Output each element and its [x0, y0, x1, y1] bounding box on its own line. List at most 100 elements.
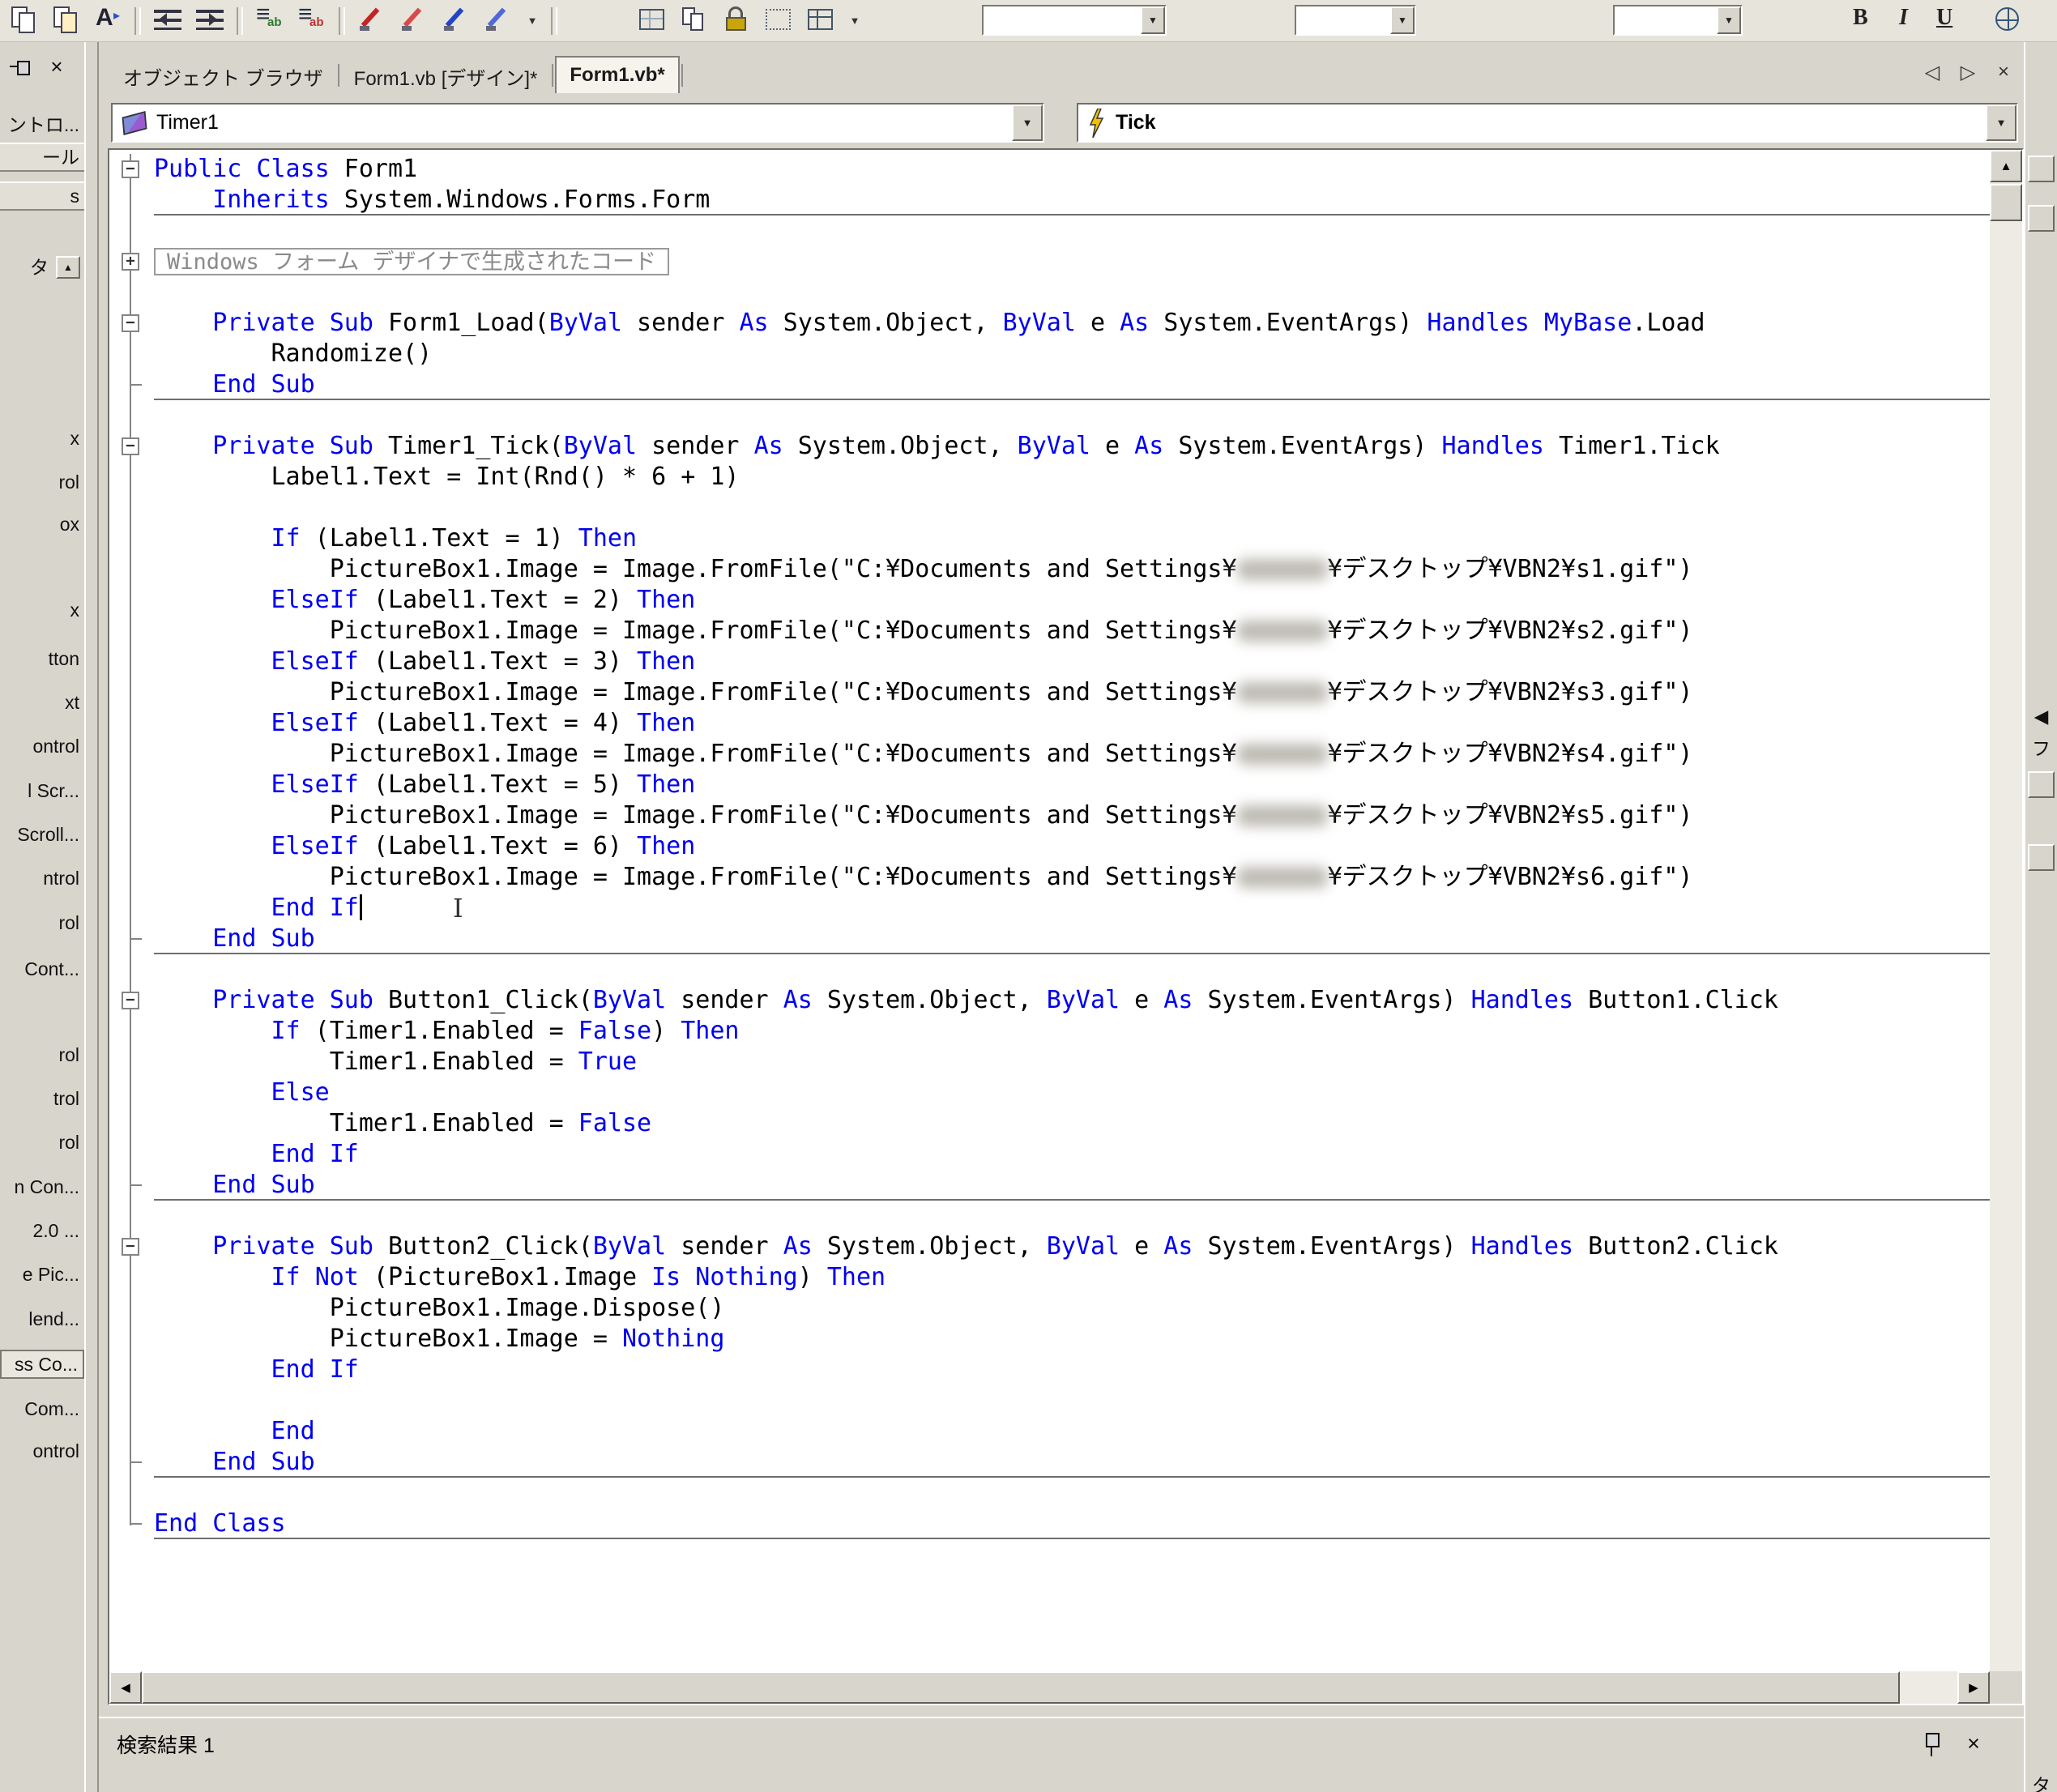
vertical-scrollbar[interactable]: ▲ ▼ [1990, 150, 2022, 1704]
toolbox-item[interactable]: s [0, 181, 84, 211]
code-lines[interactable]: −Public Class Form1 Inherits System.Wind… [109, 150, 1990, 1671]
bold-icon[interactable] [1846, 4, 1877, 35]
pin-icon[interactable] [5, 52, 34, 81]
clear-bookmarks-icon[interactable] [483, 4, 514, 35]
combo-dropdown-icon[interactable]: ▼ [1717, 6, 1741, 34]
code-line[interactable]: PictureBox1.Image.Dispose() [109, 1293, 1990, 1324]
toolbox-item[interactable]: xt [0, 689, 84, 715]
code-line[interactable]: End [109, 1416, 1990, 1447]
code-line[interactable]: ElseIf (Label1.Text = 4) Then [109, 708, 1990, 739]
code-line[interactable]: ElseIf (Label1.Text = 6) Then [109, 831, 1990, 862]
toolbox-item[interactable]: rol [0, 910, 84, 936]
dock-tab-icon[interactable] [2028, 844, 2055, 871]
scroll-right-button[interactable]: ▶ [1957, 1671, 1990, 1704]
toolbox-item[interactable]: ontrol [0, 1438, 84, 1464]
code-line[interactable]: ElseIf (Label1.Text = 3) Then [109, 646, 1990, 677]
toolbox-item[interactable]: x [0, 597, 84, 623]
collapsed-region-box[interactable]: Windows フォーム デザイナで生成されたコード [154, 248, 669, 275]
fold-toggle-icon[interactable]: − [122, 1238, 139, 1256]
code-line[interactable] [109, 1385, 1990, 1416]
font-icon[interactable] [92, 4, 123, 35]
code-line[interactable] [109, 277, 1990, 308]
toolbox-item[interactable]: x [0, 425, 84, 451]
close-icon[interactable]: × [42, 52, 71, 81]
dock-tab-label[interactable]: フ [2028, 736, 2055, 762]
code-line[interactable]: PictureBox1.Image = Image.FromFile("C:¥D… [109, 554, 1990, 585]
toolbox-scroll-up-icon[interactable]: ▲ [56, 256, 80, 279]
toolbar-combo-2[interactable]: ▼ [1295, 5, 1416, 36]
toolbox-item[interactable]: ss Co... [0, 1350, 84, 1379]
code-line[interactable]: End If [109, 1355, 1990, 1385]
decrease-indent-icon[interactable] [152, 4, 183, 35]
scroll-left-button[interactable]: ◀ [109, 1671, 142, 1704]
code-line[interactable] [109, 215, 1990, 246]
code-line[interactable]: End Sub [109, 1170, 1990, 1201]
code-line[interactable]: End Class [109, 1508, 1990, 1539]
toolbox-item[interactable]: tton [0, 646, 84, 672]
combo-dropdown-icon[interactable]: ▼ [1986, 105, 2016, 141]
windows-icon[interactable] [8, 4, 39, 35]
code-line[interactable] [109, 1478, 1990, 1508]
prev-bookmark-icon[interactable] [441, 4, 472, 35]
increase-indent-icon[interactable] [194, 4, 225, 35]
close-icon[interactable]: × [1959, 1730, 1988, 1759]
toolbox-item[interactable]: ntrol [0, 865, 84, 891]
code-line[interactable]: Randomize() [109, 339, 1990, 369]
toolbox-item[interactable]: l Scr... [0, 778, 84, 804]
code-line[interactable]: End Sub [109, 369, 1990, 400]
combo-dropdown-icon[interactable]: ▼ [1012, 105, 1043, 141]
code-line[interactable]: End If [109, 893, 1990, 924]
tab--[interactable]: オブジェクト ブラウザ [110, 59, 336, 93]
toolbox-item[interactable]: rol [0, 1129, 84, 1155]
tab-form1-vb-[interactable]: Form1.vb [デザイン]* [341, 59, 551, 93]
horizontal-scrollbar-thumb[interactable] [142, 1671, 1900, 1704]
underline-icon[interactable] [1931, 4, 1961, 35]
scroll-tabs-left-icon[interactable]: ◁ [1920, 61, 1944, 84]
code-line[interactable] [109, 400, 1990, 431]
code-line[interactable]: PictureBox1.Image = Image.FromFile("C:¥D… [109, 800, 1990, 831]
dock-tab-icon[interactable] [2028, 771, 2055, 798]
toolbox-item[interactable]: trol [0, 1086, 84, 1111]
code-line[interactable]: −Public Class Form1 [109, 154, 1990, 185]
vertical-scrollbar-thumb[interactable] [1990, 184, 2022, 221]
code-line[interactable]: Label1.Text = Int(Rnd() * 6 + 1) [109, 462, 1990, 493]
combo-dropdown-icon[interactable]: ▼ [1390, 6, 1415, 34]
object-name-combo[interactable]: Timer1 ▼ [111, 103, 1044, 143]
horizontal-scrollbar[interactable]: ◀ ▶ [109, 1671, 1990, 1704]
toolbox-item[interactable]: Cont... [0, 956, 84, 982]
toggle-bookmark-icon[interactable] [356, 4, 387, 35]
event-name-combo[interactable]: Tick ▼ [1077, 103, 2018, 143]
code-line[interactable]: + Windows フォーム デザイナで生成されたコード [109, 246, 1990, 277]
fold-toggle-icon[interactable]: − [122, 160, 139, 178]
code-line[interactable]: Else [109, 1077, 1990, 1108]
toolbar-combo-1[interactable]: ▼ [982, 5, 1167, 36]
copy-icon[interactable] [679, 4, 710, 35]
dock-tab-icon[interactable] [2028, 156, 2055, 182]
code-line[interactable] [109, 954, 1990, 985]
toolbox-item[interactable]: lend... [0, 1306, 84, 1332]
show-grid-icon[interactable] [637, 4, 668, 35]
code-line[interactable]: − Private Sub Timer1_Tick(ByVal sender A… [109, 431, 1990, 462]
globe-icon[interactable] [1992, 4, 2023, 35]
toolbox-item[interactable]: ontrol [0, 733, 84, 759]
code-line[interactable] [109, 493, 1990, 523]
code-line[interactable]: End Sub [109, 924, 1990, 954]
code-line[interactable]: PictureBox1.Image = Nothing [109, 1324, 1990, 1355]
code-line[interactable]: − Private Sub Button1_Click(ByVal sender… [109, 985, 1990, 1016]
code-line[interactable]: PictureBox1.Image = Image.FromFile("C:¥D… [109, 616, 1990, 646]
scroll-tabs-right-icon[interactable]: ▷ [1956, 61, 1980, 84]
table-icon[interactable] [805, 4, 836, 35]
toolbox-item[interactable]: タ▲ [0, 254, 84, 280]
code-line[interactable]: If (Timer1.Enabled = False) Then [109, 1016, 1990, 1047]
toolbox-item[interactable]: rol [0, 1042, 84, 1068]
code-line[interactable]: − Private Sub Form1_Load(ByVal sender As… [109, 308, 1990, 339]
code-line[interactable]: Inherits System.Windows.Forms.Form [109, 185, 1990, 215]
code-line[interactable]: If Not (PictureBox1.Image Is Nothing) Th… [109, 1262, 1990, 1293]
code-line[interactable]: − Private Sub Button2_Click(ByVal sender… [109, 1231, 1990, 1262]
bookmark-dropdown-icon[interactable]: ▼ [525, 5, 540, 37]
fold-toggle-icon[interactable]: + [122, 253, 139, 271]
dock-tab-icon[interactable] [2028, 205, 2055, 232]
toolbox-item[interactable]: e Pic... [0, 1261, 84, 1287]
fold-toggle-icon[interactable]: − [122, 992, 139, 1009]
pin-icon[interactable] [1917, 1730, 1946, 1759]
